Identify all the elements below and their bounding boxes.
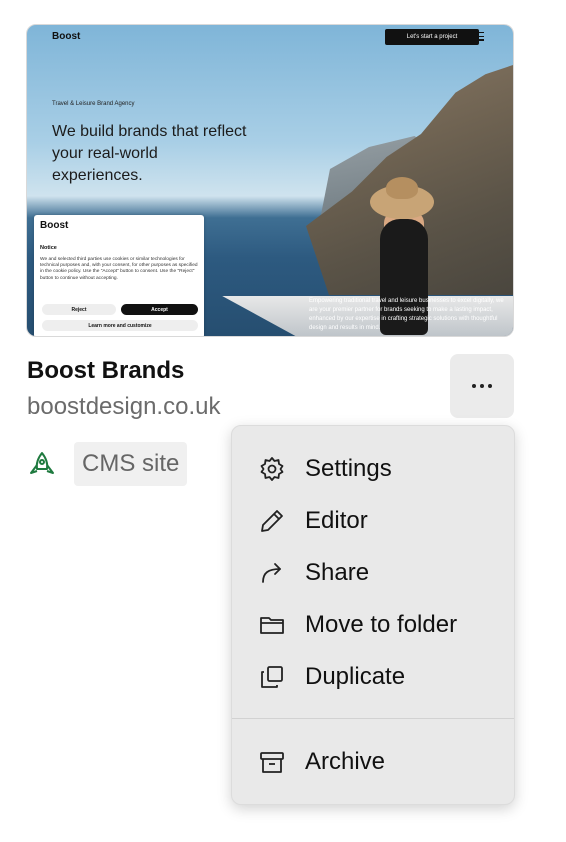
cookie-text: We and selected third parties use cookie… xyxy=(40,257,198,281)
thumbnail-logo: Boost xyxy=(52,31,81,42)
folder-icon xyxy=(260,617,284,634)
menu-item-editor[interactable]: Editor xyxy=(232,496,514,546)
menu-label-move-to-folder: Move to folder xyxy=(305,611,458,638)
menu-item-archive[interactable]: Archive xyxy=(232,737,514,787)
site-thumbnail[interactable]: Boost Let's start a project Travel & Lei… xyxy=(26,24,514,337)
rocket-icon xyxy=(30,452,54,474)
share-arrow-icon xyxy=(262,563,281,583)
thumbnail-blurb: Empowering traditional travel and leisur… xyxy=(309,298,504,331)
hamburger-icon xyxy=(474,32,484,43)
cms-site-badge: CMS site xyxy=(74,442,188,486)
menu-item-share[interactable]: Share xyxy=(232,548,514,598)
more-options-button[interactable] xyxy=(450,354,514,418)
menu-item-duplicate[interactable]: Duplicate xyxy=(232,652,514,702)
menu-label-editor: Editor xyxy=(305,507,368,534)
thumbnail-hero-text: We build brands that reflect your real-w… xyxy=(52,123,247,184)
duplicate-icon xyxy=(261,666,283,688)
cookie-title: Notice xyxy=(40,245,57,251)
pencil-icon xyxy=(261,510,283,532)
site-name[interactable]: Boost Brands xyxy=(27,357,184,385)
menu-item-move-to-folder[interactable]: Move to folder xyxy=(232,600,514,650)
menu-label-settings: Settings xyxy=(305,455,392,482)
cookie-accept-button: Accept xyxy=(121,304,198,315)
cookie-learn-more-button: Learn more and customize xyxy=(42,320,198,331)
more-dots-icon xyxy=(472,384,476,388)
gear-icon xyxy=(260,457,284,481)
menu-label-duplicate: Duplicate xyxy=(305,663,406,690)
menu-item-settings[interactable]: Settings xyxy=(232,444,514,494)
cookie-reject-button: Reject xyxy=(42,304,116,315)
site-domain[interactable]: boostdesign.co.uk xyxy=(27,393,220,421)
menu-label-archive: Archive xyxy=(305,748,386,775)
menu-label-share: Share xyxy=(305,559,370,586)
archive-icon xyxy=(260,752,284,773)
menu-divider xyxy=(232,718,514,719)
thumbnail-tagline: Travel & Leisure Brand Agency xyxy=(52,101,135,107)
cookie-notice: Boost Notice We and selected third parti… xyxy=(34,215,204,336)
context-menu: Settings Editor Share Move to folder Dup… xyxy=(231,425,515,805)
thumbnail-cta-button: Let's start a project xyxy=(385,29,479,45)
cookie-logo: Boost xyxy=(40,220,69,231)
